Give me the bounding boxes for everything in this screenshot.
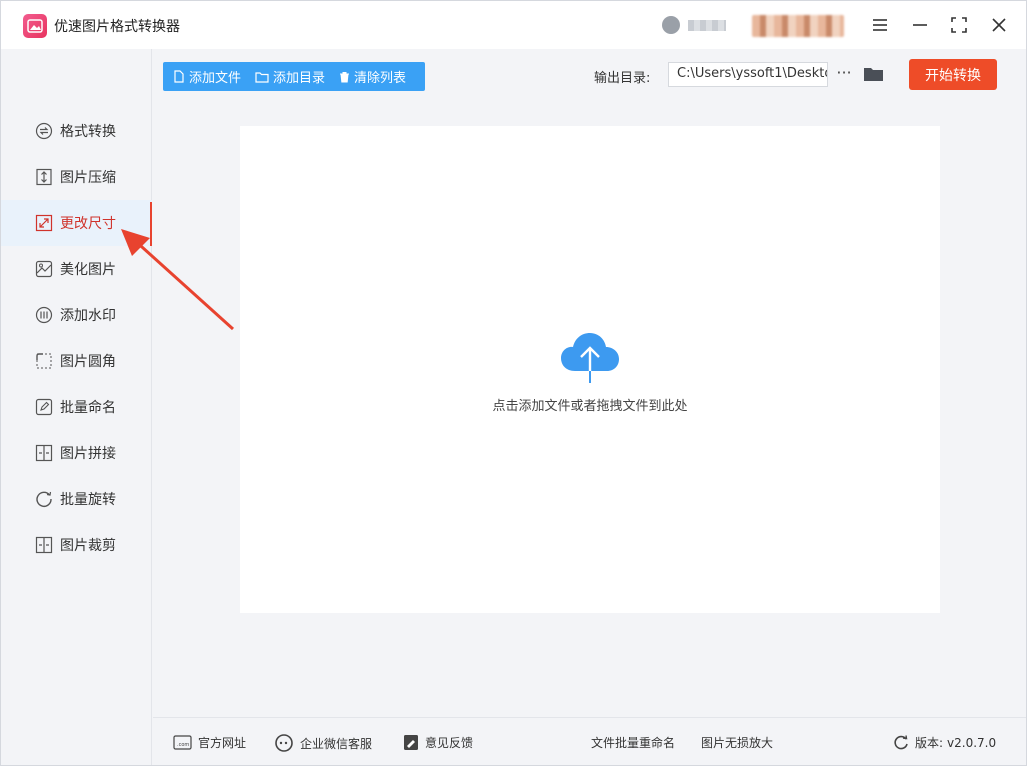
sidebar-item-label: 更改尺寸 — [60, 216, 116, 232]
cloud-upload-icon — [561, 333, 619, 383]
user-avatar[interactable] — [662, 16, 680, 34]
add-file-button[interactable]: 添加文件 — [173, 67, 241, 86]
website-icon: .com — [173, 735, 192, 750]
wechat-support-link[interactable]: 企业微信客服 — [274, 734, 372, 752]
lossless-upscale-link[interactable]: 图片无损放大 — [701, 734, 773, 751]
sidebar-item-label: 批量命名 — [60, 400, 116, 416]
sidebar-item-label: 图片压缩 — [60, 170, 116, 186]
sidebar-item-rotate[interactable]: 批量旋转 — [1, 476, 152, 522]
vip-badge-blurred[interactable] — [752, 15, 844, 37]
title-bar: 优速图片格式转换器 — [1, 1, 1026, 49]
drop-hint: 点击添加文件或者拖拽文件到此处 — [492, 399, 688, 414]
annotation-arrow — [121, 229, 235, 331]
sidebar-item-label: 格式转换 — [60, 124, 116, 140]
clear-list-button[interactable]: 清除列表 — [339, 67, 406, 86]
sidebar-item-label: 添加水印 — [60, 308, 116, 324]
sidebar-item-label: 美化图片 — [60, 262, 116, 278]
feedback-link[interactable]: 意见反馈 — [403, 734, 473, 751]
round-corner-icon — [36, 353, 52, 369]
folder-outline-icon — [255, 71, 269, 83]
sidebar-item-label: 图片拼接 — [60, 446, 116, 462]
sidebar-item-format-convert[interactable]: 格式转换 — [1, 108, 152, 154]
refresh-icon — [894, 734, 908, 749]
browse-more-button[interactable]: ··· — [834, 63, 854, 85]
sidebar-item-batch-rename[interactable]: 批量命名 — [1, 384, 152, 430]
close-icon[interactable] — [987, 13, 1011, 37]
beautify-icon — [35, 260, 53, 278]
wechat-icon — [275, 734, 293, 752]
svg-text:.com: .com — [177, 742, 189, 748]
feedback-icon — [404, 735, 418, 750]
batch-rename-link[interactable]: 文件批量重命名 — [591, 734, 675, 751]
sidebar-item-label: 图片圆角 — [60, 354, 116, 370]
sidebar: 格式转换 图片压缩 更改尺寸 美化图片 添加水印 图片圆角 批量命名 图片拼接 — [1, 49, 152, 765]
start-convert-button[interactable]: 开始转换 — [909, 59, 997, 90]
crop-icon — [35, 536, 53, 554]
sidebar-item-label: 图片裁剪 — [60, 538, 116, 554]
file-drop-area[interactable]: 点击添加文件或者拖拽文件到此处 — [240, 126, 940, 613]
sidebar-item-stitch[interactable]: 图片拼接 — [1, 430, 152, 476]
file-icon — [174, 70, 184, 83]
user-name-blurred — [688, 20, 726, 31]
file-toolbar: 添加文件 添加目录 清除列表 — [163, 62, 425, 91]
footer-bar: .com 官方网址 企业微信客服 意见反馈 文件批量重命名 图片无损放大 版本:… — [153, 717, 1026, 765]
compress-icon — [36, 168, 52, 186]
maximize-icon[interactable] — [947, 13, 971, 37]
add-folder-button[interactable]: 添加目录 — [255, 67, 325, 86]
trash-icon — [340, 71, 350, 82]
stitch-icon — [35, 444, 53, 462]
convert-icon — [35, 122, 53, 140]
app-logo-icon — [23, 14, 47, 38]
rotate-icon — [36, 491, 52, 508]
sidebar-item-crop[interactable]: 图片裁剪 — [1, 522, 152, 568]
minimize-icon[interactable] — [908, 13, 932, 37]
open-folder-icon[interactable] — [863, 65, 885, 83]
official-site-link[interactable]: .com 官方网址 — [173, 734, 246, 751]
output-dir-field[interactable]: C:\Users\yssoft1\Desktop — [668, 62, 828, 87]
rename-icon — [35, 398, 53, 416]
sidebar-item-label: 批量旋转 — [60, 492, 116, 508]
app-title: 优速图片格式转换器 — [54, 19, 180, 35]
watermark-icon — [35, 306, 53, 324]
menu-icon[interactable] — [868, 13, 892, 37]
app-window: 优速图片格式转换器 格式转换 图片压缩 更改尺寸 美化图片 添加水印 图片圆角 … — [0, 0, 1027, 766]
sidebar-item-round-corner[interactable]: 图片圆角 — [1, 338, 152, 384]
version-info[interactable]: 版本: v2.0.7.0 — [893, 734, 996, 751]
resize-icon — [35, 214, 53, 232]
output-dir-label: 输出目录: — [594, 71, 651, 86]
sidebar-item-compress[interactable]: 图片压缩 — [1, 154, 152, 200]
